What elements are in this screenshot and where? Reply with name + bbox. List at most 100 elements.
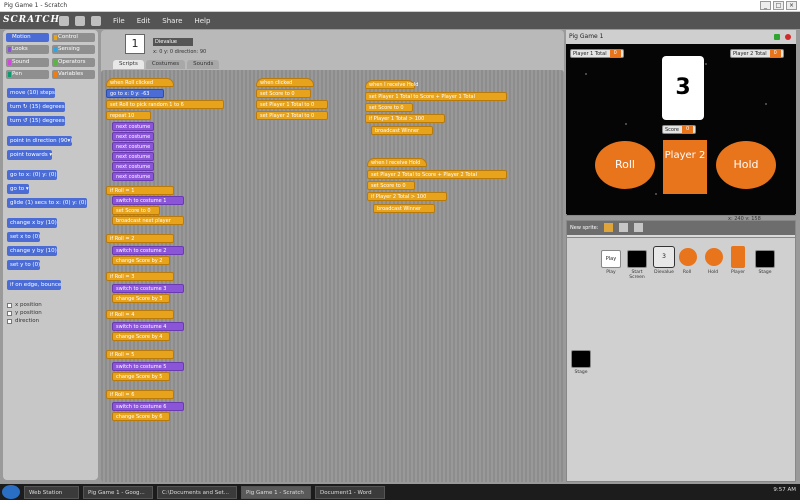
checkbox-y-position[interactable]: y position bbox=[7, 310, 95, 316]
script-block[interactable]: change Score by 5 bbox=[112, 372, 170, 381]
checkbox-x-position[interactable]: x position bbox=[7, 302, 95, 308]
script-block[interactable]: next costume bbox=[112, 132, 154, 141]
block-turn-right[interactable]: turn ↻ (15) degrees bbox=[7, 102, 65, 112]
script-block[interactable]: set Score to 0 bbox=[365, 103, 413, 112]
sprite-play[interactable]: Play bbox=[601, 250, 621, 268]
taskbar-item[interactable]: Web Station bbox=[24, 485, 79, 499]
script-block[interactable]: switch to costume 5 bbox=[112, 362, 184, 371]
block-set-x[interactable]: set x to (0) bbox=[7, 232, 41, 242]
category-operators[interactable]: Operators bbox=[52, 57, 95, 67]
script-block[interactable]: change Score by 4 bbox=[112, 332, 170, 341]
script-block[interactable]: set Score to 0 bbox=[367, 181, 415, 190]
script-block[interactable]: if Roll = 2 bbox=[106, 234, 174, 243]
script-block[interactable]: set Roll to pick random 1 to 6 bbox=[106, 100, 224, 109]
script-block[interactable]: set Score to 0 bbox=[256, 89, 311, 98]
script-block[interactable]: switch to costume 6 bbox=[112, 402, 184, 411]
menu-edit[interactable]: Edit bbox=[137, 17, 151, 25]
script-block[interactable]: if Roll = 6 bbox=[106, 390, 174, 399]
script-block[interactable]: when I receive Hold bbox=[365, 80, 418, 89]
tab-costumes[interactable]: Costumes bbox=[145, 60, 186, 69]
block-go-to[interactable]: go to ▾ bbox=[7, 184, 29, 194]
script-block[interactable]: repeat 10 bbox=[106, 111, 151, 120]
script-block[interactable]: if Roll = 4 bbox=[106, 310, 174, 319]
globe-icon[interactable] bbox=[59, 15, 69, 26]
script-block[interactable]: broadcast Winner bbox=[373, 204, 435, 213]
taskbar-item[interactable]: Pig Game 1 - Goog... bbox=[83, 485, 153, 499]
close-button[interactable]: × bbox=[786, 1, 797, 10]
script-block[interactable]: switch to costume 2 bbox=[112, 246, 184, 255]
sprite-dievalue-selected[interactable]: 3 bbox=[653, 246, 675, 268]
start-button[interactable] bbox=[2, 485, 20, 499]
script-block[interactable]: switch to costume 1 bbox=[112, 196, 184, 205]
category-sound[interactable]: Sound bbox=[6, 57, 49, 67]
sprite-stage-thumb[interactable] bbox=[755, 250, 775, 268]
category-looks[interactable]: Looks bbox=[6, 45, 49, 55]
script-block[interactable]: set Player 1 Total to 0 bbox=[256, 100, 328, 109]
script-block[interactable]: if Roll = 3 bbox=[106, 272, 174, 281]
script-block[interactable]: set Player 2 Total to 0 bbox=[256, 111, 328, 120]
random-sprite-icon[interactable] bbox=[634, 223, 644, 232]
script-block[interactable]: next costume bbox=[112, 122, 154, 131]
block-change-x[interactable]: change x by (10) bbox=[7, 218, 57, 228]
taskbar-item[interactable]: C:\Documents and Set... bbox=[157, 485, 237, 499]
sprite-start-screen[interactable] bbox=[627, 250, 647, 268]
script-block[interactable]: next costume bbox=[112, 162, 154, 171]
script-block[interactable]: broadcast Winner bbox=[371, 126, 433, 135]
green-flag-icon[interactable] bbox=[774, 34, 780, 40]
roll-button[interactable]: Roll bbox=[595, 141, 655, 189]
category-motion[interactable]: Motion bbox=[6, 33, 49, 42]
block-go-to-xy[interactable]: go to x: (0) y: (0) bbox=[7, 170, 57, 180]
script-block[interactable]: set Player 2 Total to Score + Player 2 T… bbox=[367, 170, 507, 179]
menu-help[interactable]: Help bbox=[194, 17, 210, 25]
script-block[interactable]: set Player 1 Total to Score + Player 1 T… bbox=[365, 92, 507, 101]
sprite-name-field[interactable]: Dievalue bbox=[153, 38, 193, 46]
script-block[interactable]: next costume bbox=[112, 142, 154, 151]
block-if-on-edge-bounce[interactable]: if on edge, bounce bbox=[7, 280, 62, 290]
script-block[interactable]: switch to costume 3 bbox=[112, 284, 184, 293]
tab-sounds[interactable]: Sounds bbox=[187, 60, 220, 69]
block-point-towards[interactable]: point towards ▾ bbox=[7, 150, 53, 160]
category-variables[interactable]: Variables bbox=[52, 69, 95, 79]
script-block[interactable]: change Score by 2 bbox=[112, 256, 170, 265]
script-block[interactable]: if Player 1 Total > 100 bbox=[365, 114, 445, 123]
category-pen[interactable]: Pen bbox=[6, 69, 49, 79]
taskbar-item-active[interactable]: Pig Game 1 - Scratch bbox=[241, 485, 311, 499]
menu-share[interactable]: Share bbox=[162, 17, 182, 25]
script-block[interactable]: set Score to 0 bbox=[112, 206, 160, 215]
block-turn-left[interactable]: turn ↺ (15) degrees bbox=[7, 116, 65, 126]
block-set-y[interactable]: set y to (0) bbox=[7, 260, 41, 270]
script-block[interactable]: when I receive Hold bbox=[367, 158, 427, 167]
script-block[interactable]: change Score by 3 bbox=[112, 294, 170, 303]
sprite-roll[interactable] bbox=[679, 248, 697, 266]
script-block[interactable]: go to x: 0 y: -63 bbox=[106, 89, 164, 98]
share-icon[interactable] bbox=[91, 15, 101, 26]
category-control[interactable]: Control bbox=[52, 33, 95, 42]
sprite-player[interactable] bbox=[731, 246, 745, 268]
script-block[interactable]: switch to costume 4 bbox=[112, 322, 184, 331]
hold-button[interactable]: Hold bbox=[716, 141, 776, 189]
taskbar-item[interactable]: Document1 - Word bbox=[315, 485, 385, 499]
save-icon[interactable] bbox=[75, 15, 85, 26]
die-sprite[interactable]: 3 bbox=[662, 56, 704, 120]
script-block[interactable]: if Player 2 Total > 100 bbox=[367, 192, 447, 201]
menu-file[interactable]: File bbox=[113, 17, 125, 25]
stop-icon[interactable] bbox=[785, 34, 791, 40]
script-block[interactable]: when clicked bbox=[256, 78, 314, 87]
block-move-steps[interactable]: move (10) steps bbox=[7, 88, 55, 98]
folder-sprite-icon[interactable] bbox=[619, 223, 629, 232]
block-glide[interactable]: glide (1) secs to x: (0) y: (0) bbox=[7, 198, 87, 208]
tab-scripts[interactable]: Scripts bbox=[113, 60, 144, 69]
scripts-area[interactable]: when Roll clicked go to x: 0 y: -63 set … bbox=[101, 70, 564, 482]
paint-sprite-icon[interactable] bbox=[604, 223, 614, 232]
script-block[interactable]: if Roll = 5 bbox=[106, 350, 174, 359]
block-change-y[interactable]: change y by (10) bbox=[7, 246, 57, 256]
stage-thumbnail[interactable] bbox=[571, 350, 591, 368]
minimize-button[interactable]: _ bbox=[760, 1, 771, 10]
script-block[interactable]: broadcast next player bbox=[112, 216, 184, 225]
checkbox-direction[interactable]: direction bbox=[7, 318, 95, 324]
sprite-hold[interactable] bbox=[705, 248, 723, 266]
maximize-button[interactable]: □ bbox=[773, 1, 784, 10]
script-block[interactable]: when Roll clicked bbox=[106, 78, 174, 87]
script-block[interactable]: if Roll = 1 bbox=[106, 186, 174, 195]
script-block[interactable]: change Score by 6 bbox=[112, 412, 170, 421]
